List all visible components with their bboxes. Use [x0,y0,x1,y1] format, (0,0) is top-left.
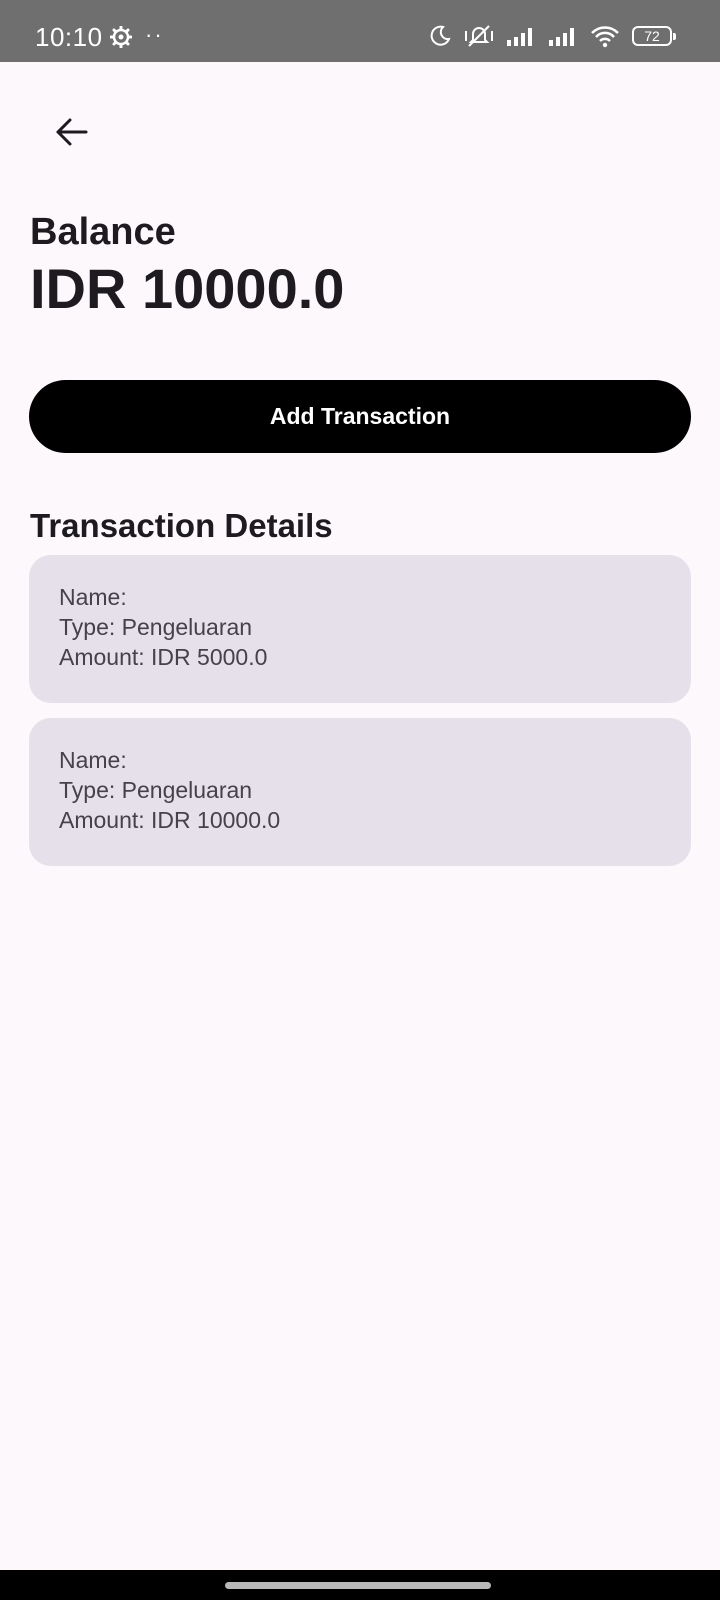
status-bar: 10:10 ·· 72 [0,0,720,62]
muted-vibrate-icon [464,23,494,49]
transaction-type: Type: Pengeluaran [59,614,253,640]
battery-level: 72 [644,28,660,44]
battery-icon: 72 [632,26,676,46]
settings-gear-icon [109,25,133,49]
arrow-left-icon [55,117,89,152]
back-button[interactable] [48,110,96,158]
transaction-amount: Amount: IDR 10000.0 [59,807,281,833]
add-transaction-button[interactable]: Add Transaction [29,380,691,453]
balance-label: Balance [30,211,176,253]
moon-icon [428,24,452,48]
status-icons: 72 [428,22,676,50]
status-more-indicator: ·· [145,22,164,47]
navigation-bar [0,1570,720,1600]
status-time: 10:10 [35,22,103,52]
transaction-details-title: Transaction Details [30,507,333,544]
transaction-type: Type: Pengeluaran [59,777,253,803]
transaction-name: Name: [59,747,127,773]
transaction-amount: Amount: IDR 5000.0 [59,644,268,670]
signal-icon [506,25,536,47]
transaction-name: Name: [59,584,127,610]
transaction-card: Name: Type: Pengeluaran Amount: IDR 5000… [29,555,691,703]
wifi-icon [590,24,620,48]
signal-icon [548,25,578,47]
balance-value: IDR 10000.0 [30,257,345,320]
transaction-card: Name: Type: Pengeluaran Amount: IDR 1000… [29,718,691,866]
gesture-handle[interactable] [225,1582,491,1589]
